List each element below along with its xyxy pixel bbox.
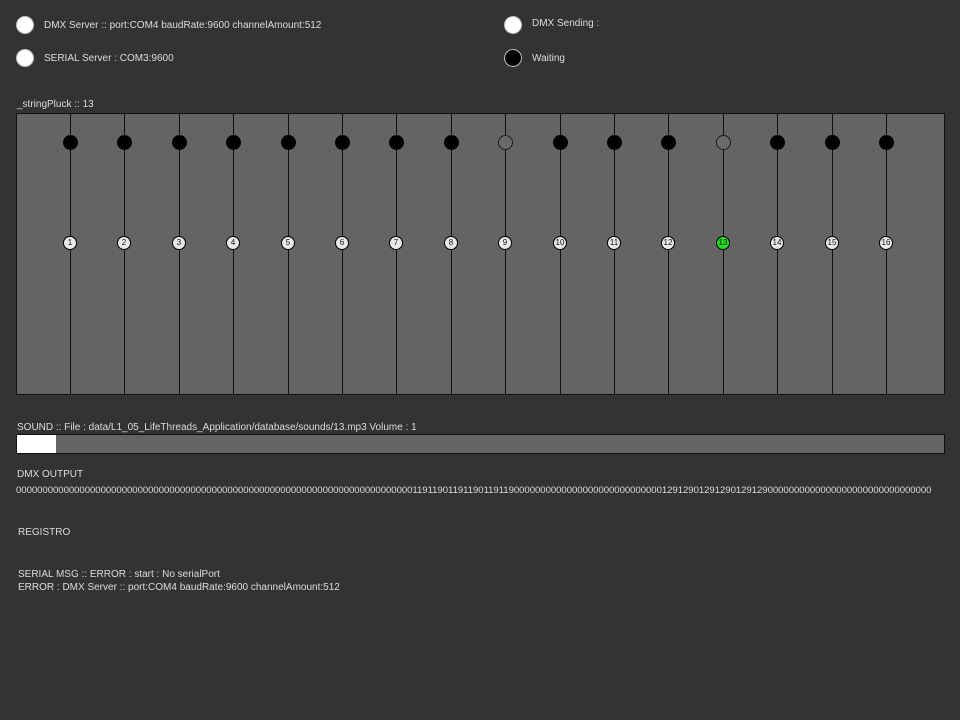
dmx-output-label: DMX OUTPUT (17, 469, 84, 480)
string-number-16[interactable]: 16 (879, 236, 893, 250)
sound-progress-fill (17, 435, 56, 453)
string-indicator-1 (63, 135, 78, 150)
string-number-5[interactable]: 5 (281, 236, 295, 250)
dmx-sending-status-dot (504, 16, 522, 34)
string-number-9[interactable]: 9 (498, 236, 512, 250)
dmx-sending-label: DMX Sending : (532, 18, 600, 29)
string-line-13[interactable] (723, 114, 724, 394)
string-number-10[interactable]: 10 (553, 236, 567, 250)
dmx-server-status-dot (16, 16, 34, 34)
string-line-6[interactable] (342, 114, 343, 394)
registro-label: REGISTRO (18, 527, 71, 538)
string-indicator-15 (825, 135, 840, 150)
string-line-7[interactable] (396, 114, 397, 394)
string-indicator-7 (389, 135, 404, 150)
dmx-output-values: 0000000000000000000000000000000000000000… (16, 485, 932, 496)
string-line-3[interactable] (179, 114, 180, 394)
string-indicator-3 (172, 135, 187, 150)
string-number-12[interactable]: 12 (661, 236, 675, 250)
sound-label: SOUND :: File : data/L1_05_LifeThreads_A… (17, 422, 417, 433)
string-number-3[interactable]: 3 (172, 236, 186, 250)
string-indicator-5 (281, 135, 296, 150)
string-line-9[interactable] (505, 114, 506, 394)
string-indicator-16 (879, 135, 894, 150)
string-line-8[interactable] (451, 114, 452, 394)
string-line-2[interactable] (124, 114, 125, 394)
string-number-1[interactable]: 1 (63, 236, 77, 250)
string-line-16[interactable] (886, 114, 887, 394)
serial-server-status-dot (16, 49, 34, 67)
string-indicator-10 (553, 135, 568, 150)
string-number-13[interactable]: 13 (716, 236, 730, 250)
dmx-server-label: DMX Server :: port:COM4 baudRate:9600 ch… (44, 20, 322, 31)
waiting-status-dot (504, 49, 522, 67)
string-indicator-4 (226, 135, 241, 150)
string-indicator-8 (444, 135, 459, 150)
string-indicator-9 (498, 135, 513, 150)
string-line-14[interactable] (777, 114, 778, 394)
string-line-10[interactable] (560, 114, 561, 394)
string-number-11[interactable]: 11 (607, 236, 621, 250)
string-number-6[interactable]: 6 (335, 236, 349, 250)
string-indicator-2 (117, 135, 132, 150)
strings-panel[interactable]: 1 2 3 4 5 6 7 8 9 10 11 12 13 14 15 16 (16, 113, 945, 395)
string-number-8[interactable]: 8 (444, 236, 458, 250)
waiting-label: Waiting (532, 53, 565, 64)
string-indicator-6 (335, 135, 350, 150)
string-line-11[interactable] (614, 114, 615, 394)
string-number-7[interactable]: 7 (389, 236, 403, 250)
string-indicator-11 (607, 135, 622, 150)
string-number-4[interactable]: 4 (226, 236, 240, 250)
log-line-2: ERROR : DMX Server :: port:COM4 baudRate… (18, 582, 340, 593)
string-indicator-12 (661, 135, 676, 150)
string-line-15[interactable] (832, 114, 833, 394)
string-number-2[interactable]: 2 (117, 236, 131, 250)
log-line-1: SERIAL MSG :: ERROR : start : No serialP… (18, 569, 220, 580)
string-indicator-13 (716, 135, 731, 150)
string-indicator-14 (770, 135, 785, 150)
string-line-1[interactable] (70, 114, 71, 394)
string-number-15[interactable]: 15 (825, 236, 839, 250)
string-line-5[interactable] (288, 114, 289, 394)
serial-server-label: SERIAL Server : COM3:9600 (44, 53, 174, 64)
sound-progress-bar[interactable] (16, 434, 945, 454)
string-line-4[interactable] (233, 114, 234, 394)
string-number-14[interactable]: 14 (770, 236, 784, 250)
string-pluck-label: _stringPluck :: 13 (17, 99, 94, 110)
string-line-12[interactable] (668, 114, 669, 394)
